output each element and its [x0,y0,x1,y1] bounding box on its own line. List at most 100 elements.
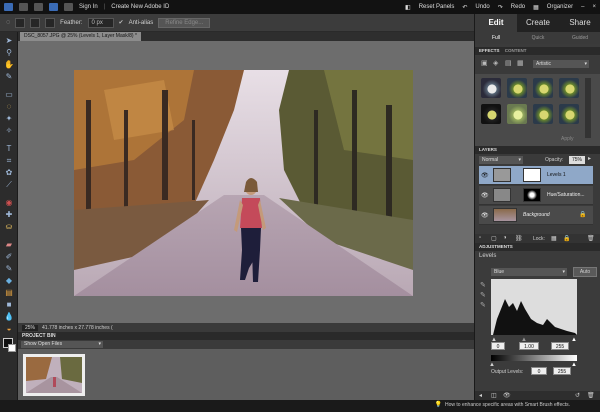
zoom-tool-icon[interactable]: ⚲ [3,48,15,58]
eraser-tool-icon[interactable]: ▰ [3,240,15,250]
trash-icon[interactable]: 🗑 [587,235,595,242]
image-canvas-area[interactable] [18,41,474,323]
red-eye-tool-icon[interactable]: ◉ [3,198,15,208]
clip-icon[interactable]: ◫ [491,392,497,399]
effect-thumb-3[interactable] [533,78,553,98]
reset-icon[interactable]: ↺ [575,392,580,399]
marquee-tool-icon[interactable]: ▭ [3,90,15,100]
sponge-tool-icon[interactable]: ◒ [3,324,15,334]
refine-edge-button[interactable]: Refine Edge... [158,17,211,28]
organizer-button[interactable]: Organizer [547,4,573,10]
new-file-icon[interactable] [19,3,28,11]
effect-thumb-4[interactable] [559,78,579,98]
apply-button[interactable]: Apply [561,136,574,142]
effect-thumb-8[interactable] [559,104,579,124]
tab-full[interactable]: Full [475,32,517,44]
clone-stamp-icon[interactable]: ⛀ [3,222,15,232]
effect-thumb-7[interactable] [533,104,553,124]
eyedropper-icon[interactable]: ✎ [3,72,15,82]
hand-tool-icon[interactable]: ✋ [3,60,15,70]
type-tool-icon[interactable]: T [3,144,15,154]
save-icon[interactable] [49,3,58,11]
visibility-eye-icon[interactable]: 👁 [481,192,489,199]
document-tab[interactable]: DSC_8057.JPG @ 25% (Levels 1, Layer Mask… [20,32,141,41]
lock-transparent-icon[interactable]: ▦ [551,235,557,242]
lasso-tool-icon[interactable]: ◌ [3,102,15,112]
layer-styles-icon[interactable]: ◈ [493,59,498,67]
tab-quick[interactable]: Quick [517,32,559,44]
redo-button[interactable]: Redo [511,4,525,10]
sign-in-link[interactable]: Sign In [79,4,98,10]
layer-row-background[interactable]: 👁 Background 🔒 [479,206,593,225]
eyedropper-white-icon[interactable]: ✎ [480,301,486,309]
white-point-slider[interactable]: ▲ [571,337,577,343]
tip-hint[interactable]: 💡 How to enhance specific areas with Sma… [435,401,570,409]
effects-category-dropdown[interactable]: Artistic ▾ [533,60,589,68]
shape-tool-icon[interactable]: ■ [3,300,15,310]
anti-alias-checkbox[interactable]: ✔ [119,19,124,26]
undo-button[interactable]: Undo [475,4,489,10]
filters-icon[interactable]: ▣ [481,59,488,67]
tab-share[interactable]: Share [559,14,600,32]
open-file-icon[interactable] [34,3,43,11]
visibility-eye-icon[interactable]: 👁 [503,392,511,399]
layer-row-levels[interactable]: 👁 Levels 1 [479,166,593,185]
tab-guided[interactable]: Guided [559,32,600,44]
effect-thumb-1[interactable] [481,78,501,98]
photo-effects-icon[interactable]: ▤ [505,59,512,67]
tab-effects[interactable]: EFFECTS [479,48,500,53]
feather-input[interactable]: 0 px [87,17,114,28]
blend-mode-dropdown[interactable]: Normal ▾ [479,156,523,164]
new-group-icon[interactable]: ▢ [491,235,497,242]
layer-name[interactable]: Hue/Saturation... [547,192,585,198]
zoom-level[interactable]: 25% [22,324,39,331]
effect-thumb-6[interactable] [507,104,527,124]
all-effects-icon[interactable]: ▦ [517,59,524,67]
layer-name[interactable]: Levels 1 [547,172,566,178]
magic-wand-icon[interactable]: ✧ [3,126,15,136]
chevron-down-icon[interactable]: ▸ [588,155,591,162]
visibility-eye-icon[interactable]: 👁 [481,212,489,219]
crop-tool-icon[interactable]: ⌗ [3,156,15,166]
move-tool-icon[interactable]: ➤ [3,36,15,46]
eyedropper-gray-icon[interactable]: ✎ [480,291,486,299]
reset-panels-button[interactable]: Reset Panels [419,4,455,10]
open-file-thumbnail[interactable] [23,354,85,396]
output-black-field[interactable]: 0 [531,367,547,375]
cookie-cutter-icon[interactable]: ✿ [3,168,15,178]
print-icon[interactable] [64,3,73,11]
subtract-selection-mode[interactable] [45,17,56,28]
back-icon[interactable]: ◂ [479,392,482,399]
tab-content[interactable]: CONTENT [505,48,527,53]
link-icon[interactable]: ⛓ [515,235,523,242]
effect-thumb-5[interactable] [481,104,501,124]
add-selection-mode[interactable] [30,17,41,28]
output-white-slider[interactable]: ▲ [571,362,577,368]
quick-selection-icon[interactable]: ✦ [3,114,15,124]
auto-button[interactable]: Auto [573,267,597,277]
close-window-icon[interactable]: × [592,4,596,10]
trash-icon[interactable]: 🗑 [587,392,595,399]
minimize-icon[interactable]: – [581,4,584,10]
opacity-input[interactable]: 75% [569,156,585,164]
brush-tool-icon[interactable]: ✐ [3,252,15,262]
straighten-tool-icon[interactable]: ⟋ [3,180,15,190]
eyedropper-black-icon[interactable]: ✎ [480,281,486,289]
adjustment-icon[interactable]: ◑ [503,235,507,241]
layer-name[interactable]: Background [523,212,550,218]
tab-edit[interactable]: Edit [475,14,517,32]
layer-row-hue-saturation[interactable]: 👁 Hue/Saturation... [479,186,593,205]
visibility-eye-icon[interactable]: 👁 [481,172,489,179]
channel-dropdown[interactable]: Blue ▾ [491,268,567,276]
smart-brush-icon[interactable]: ✎ [3,264,15,274]
background-color-swatch[interactable] [8,344,16,352]
healing-brush-icon[interactable]: ✚ [3,210,15,220]
blur-tool-icon[interactable]: 💧 [3,312,15,322]
photo-autumn-road-woman[interactable] [74,70,413,296]
effect-thumb-2[interactable] [507,78,527,98]
paint-bucket-icon[interactable]: ◆ [3,276,15,286]
output-black-slider[interactable]: ▲ [489,362,495,368]
hint-text[interactable]: How to enhance specific areas with Smart… [445,402,570,408]
output-white-field[interactable]: 255 [553,367,571,375]
layer-mask-thumb[interactable] [523,188,541,202]
